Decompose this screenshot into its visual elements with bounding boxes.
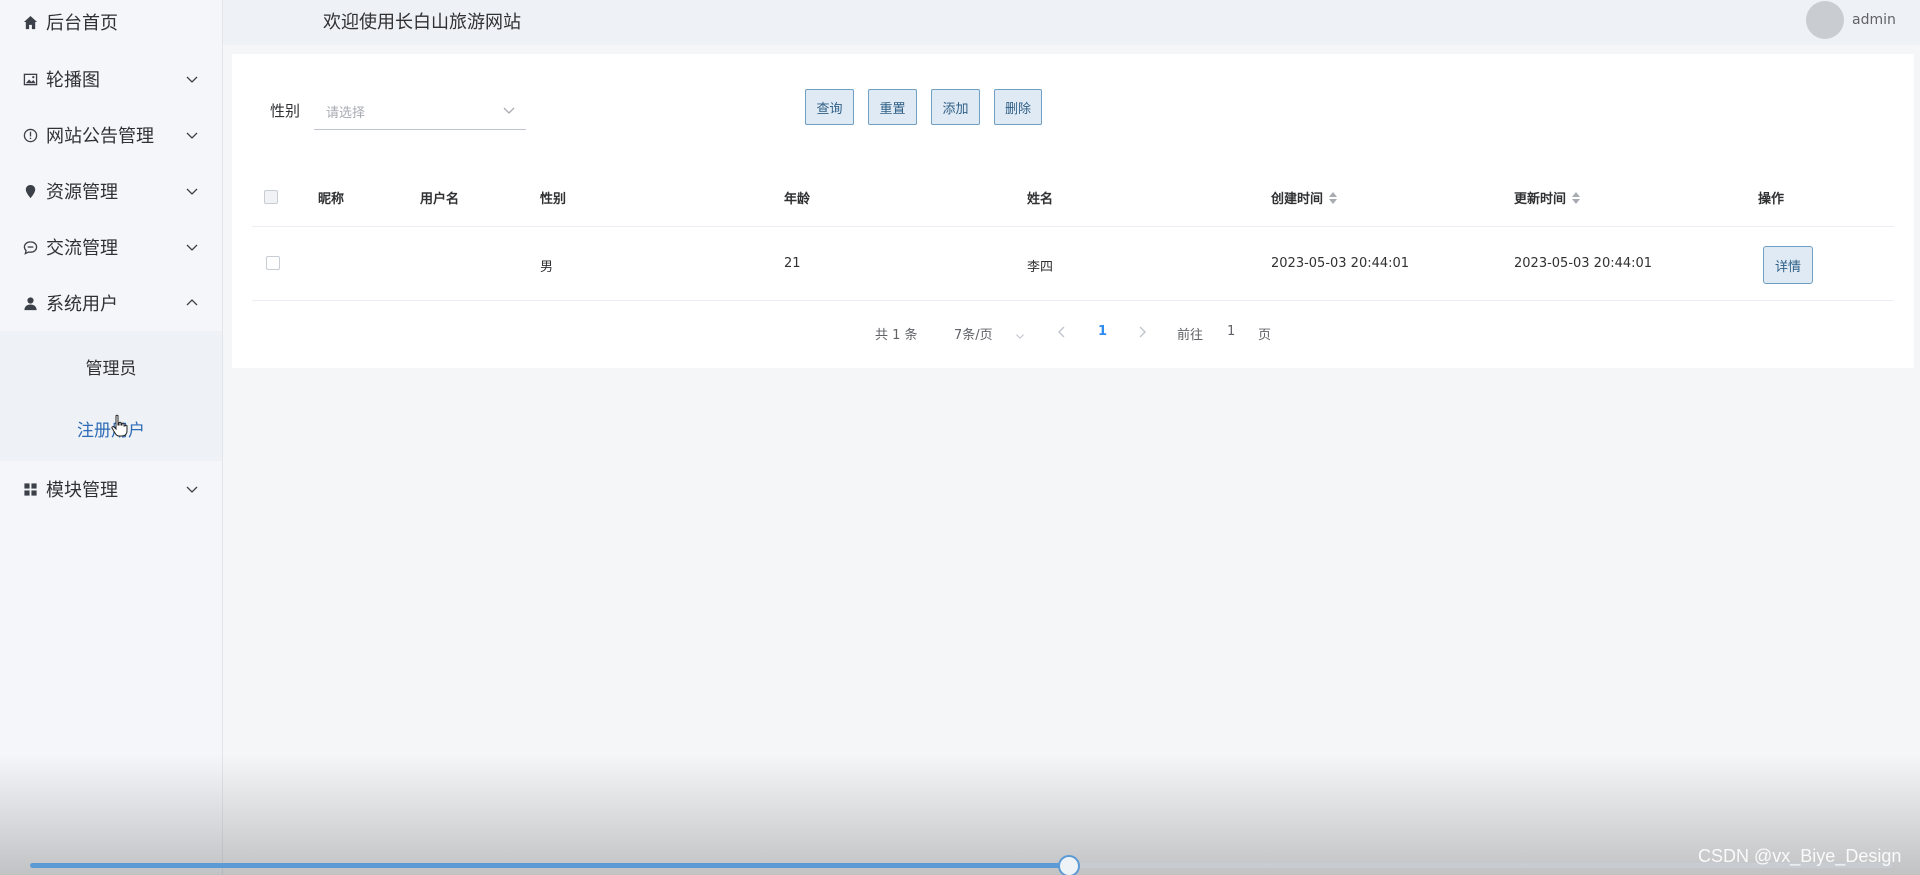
page-size-value: 7条/页 (954, 328, 993, 343)
cell-age: 21 (784, 256, 801, 271)
cell-updated: 2023-05-03 20:44:01 (1514, 256, 1653, 271)
page-size-select[interactable]: 7条/页 (954, 324, 1025, 343)
sidebar-item-label: 网站公告管理 (46, 126, 154, 147)
detail-button[interactable]: 详情 (1763, 246, 1813, 284)
column-header-username: 用户名 (420, 192, 460, 207)
column-header-nickname: 昵称 (318, 192, 345, 207)
delete-button[interactable]: 删除 (994, 89, 1042, 125)
goto-page-input[interactable]: 1 (1227, 324, 1235, 339)
sidebar-item-announcements[interactable]: 网站公告管理 (0, 107, 222, 163)
column-header-name: 姓名 (1027, 192, 1054, 207)
table-divider (252, 300, 1894, 301)
table-divider (252, 226, 1894, 227)
sidebar-subitem-admin[interactable]: 管理员 (0, 338, 222, 394)
next-page-icon[interactable] (1136, 324, 1150, 338)
watermark: CSDN @vx_Biye_Design (1698, 846, 1902, 866)
column-header-created-label: 创建时间 (1271, 192, 1324, 207)
info-icon (22, 127, 38, 143)
user-icon (22, 295, 38, 311)
column-header-age: 年龄 (784, 192, 811, 207)
sidebar-item-resources[interactable]: 资源管理 (0, 163, 222, 219)
sidebar-item-label: 资源管理 (46, 182, 118, 203)
prev-page-icon[interactable] (1056, 324, 1070, 338)
cell-created: 2023-05-03 20:44:01 (1271, 256, 1410, 271)
video-progress-handle[interactable] (1057, 855, 1080, 875)
row-checkbox[interactable] (266, 256, 280, 270)
sort-icon[interactable] (1329, 191, 1338, 204)
site-title: 欢迎使用长白山旅游网站 (323, 12, 521, 33)
column-header-updated[interactable]: 更新时间 (1514, 188, 1581, 207)
column-header-gender: 性别 (540, 192, 567, 207)
sidebar-item-modules[interactable]: 模块管理 (0, 461, 222, 517)
chevron-down-icon (184, 183, 200, 199)
query-button[interactable]: 查询 (805, 89, 854, 125)
content-card: 性别 请选择 查询 重置 添加 删除 昵称 用户名 性别 年龄 姓名 创建时间 … (232, 54, 1914, 368)
image-icon (22, 71, 38, 87)
sidebar-item-label: 交流管理 (46, 238, 118, 259)
sidebar-item-label: 系统用户 (46, 294, 118, 315)
video-progress-fill (30, 863, 1069, 868)
chevron-down-icon (184, 127, 200, 143)
gender-filter-label: 性别 (270, 102, 301, 120)
cell-name: 李四 (1027, 260, 1054, 275)
chevron-up-icon (184, 295, 200, 311)
home-icon (22, 14, 38, 30)
add-button[interactable]: 添加 (931, 89, 980, 125)
sidebar-item-label: 模块管理 (46, 480, 118, 501)
gender-select-placeholder: 请选择 (326, 106, 366, 121)
user-name[interactable]: admin (1852, 12, 1896, 28)
hand-cursor-icon (110, 414, 128, 438)
chevron-down-icon (502, 102, 516, 116)
column-header-actions: 操作 (1758, 192, 1785, 207)
chevron-down-icon (184, 71, 200, 87)
location-icon (22, 183, 38, 199)
goto-prefix: 前往 (1177, 328, 1204, 343)
select-all-checkbox[interactable] (264, 190, 278, 204)
chevron-down-icon (184, 481, 200, 497)
page-number-current[interactable]: 1 (1098, 324, 1107, 339)
column-header-created[interactable]: 创建时间 (1271, 188, 1338, 207)
gender-select[interactable]: 请选择 (314, 88, 526, 130)
sidebar-item-dashboard[interactable]: 后台首页 (0, 0, 222, 50)
sidebar-item-label: 轮播图 (46, 70, 100, 91)
pagination-total: 共 1 条 (875, 328, 918, 343)
player-overlay (0, 755, 1920, 875)
grid-icon (22, 481, 38, 497)
cell-gender: 男 (540, 260, 554, 275)
sidebar-item-communication[interactable]: 交流管理 (0, 219, 222, 275)
sidebar-item-carousel[interactable]: 轮播图 (0, 51, 222, 107)
avatar[interactable] (1806, 1, 1844, 39)
chat-icon (22, 239, 38, 255)
video-progress-bar[interactable] (30, 855, 1892, 875)
column-header-updated-label: 更新时间 (1514, 192, 1567, 207)
top-header: 欢迎使用长白山旅游网站 admin (223, 0, 1920, 45)
chevron-down-icon (184, 239, 200, 255)
sort-icon[interactable] (1572, 191, 1581, 204)
goto-suffix: 页 (1258, 328, 1272, 343)
reset-button[interactable]: 重置 (868, 89, 917, 125)
chevron-down-icon (1015, 333, 1024, 339)
sidebar-item-system-users[interactable]: 系统用户 (0, 275, 222, 331)
sidebar-item-label: 后台首页 (46, 13, 118, 34)
